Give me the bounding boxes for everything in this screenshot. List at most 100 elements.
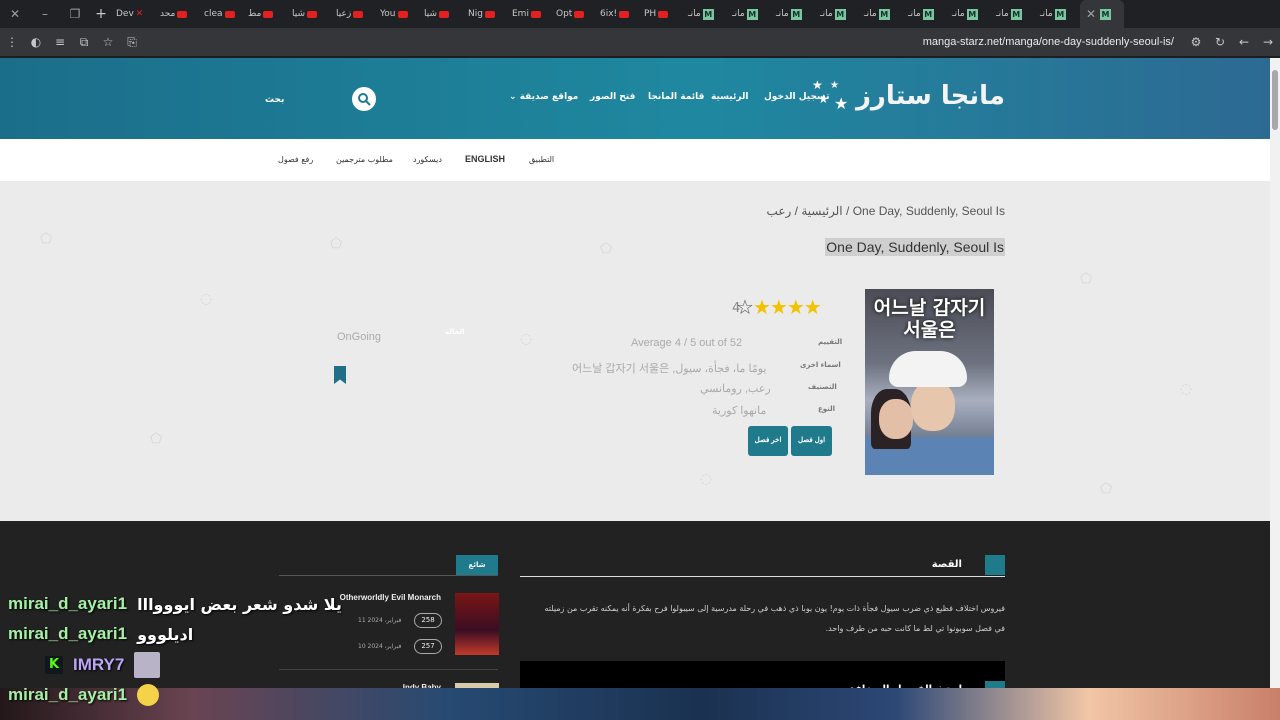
tab-label: You bbox=[380, 9, 396, 19]
search-label[interactable]: بحث bbox=[265, 95, 284, 105]
browser-tab[interactable]: Nig bbox=[464, 0, 508, 28]
manga-icon: M bbox=[746, 8, 758, 20]
tab-label: Emi bbox=[512, 9, 529, 19]
browser-tab[interactable]: زعيا bbox=[332, 0, 376, 28]
star-filled-icon[interactable]: ★ bbox=[787, 295, 805, 319]
browser-tab[interactable]: You bbox=[376, 0, 420, 28]
tab-label: مانـ bbox=[688, 9, 701, 19]
trending-tag: شائع bbox=[456, 555, 498, 575]
youtube-icon bbox=[307, 10, 317, 18]
nav-discord-link[interactable]: ديسكورد bbox=[413, 155, 442, 164]
scrollbar-thumb[interactable] bbox=[1272, 70, 1278, 130]
restore-window-icon[interactable]: ❐ bbox=[60, 7, 90, 21]
breadcrumb-home[interactable]: الرئيسية bbox=[801, 204, 842, 218]
browser-tab[interactable]: مانـ M bbox=[728, 0, 772, 28]
tab-label: شيا bbox=[292, 9, 305, 19]
logo-text: مانجا ستارز bbox=[855, 81, 1005, 111]
pattern-icon: ⬠ bbox=[1080, 271, 1093, 287]
rating-stars[interactable]: ☆★★★★ bbox=[736, 295, 822, 319]
browser-tab[interactable]: مانـ M bbox=[948, 0, 992, 28]
new-tab-button[interactable]: + bbox=[90, 6, 112, 22]
extensions-icon[interactable]: ⧉ bbox=[72, 35, 96, 50]
nav-english-link[interactable]: ENGLISH bbox=[465, 154, 505, 164]
browser-tab[interactable]: مانـ M bbox=[992, 0, 1036, 28]
page-scrollbar[interactable] bbox=[1270, 58, 1280, 688]
chat-username: mirai_d_ayari1 bbox=[8, 594, 128, 613]
manga-cover-image[interactable]: 어느날 갑자기 서울은 bbox=[865, 289, 994, 475]
browser-tab[interactable]: محد bbox=[156, 0, 200, 28]
reload-icon[interactable]: ↻ bbox=[1208, 35, 1232, 49]
menu-icon[interactable]: ⋮ bbox=[0, 35, 24, 49]
chat-message: mirai_d_ayari1 اديلووو bbox=[8, 620, 193, 648]
browser-tab[interactable]: Opt bbox=[552, 0, 596, 28]
browser-tab[interactable]: مانـ M bbox=[860, 0, 904, 28]
bookmark-star-icon[interactable]: ☆ bbox=[96, 35, 120, 49]
nav-open-images[interactable]: فتح الصور bbox=[590, 92, 635, 102]
nav-home[interactable]: الرئيسية bbox=[711, 92, 748, 102]
install-app-icon[interactable]: ⎘ bbox=[120, 35, 144, 50]
search-icon bbox=[358, 93, 371, 106]
info-status-value: OnGoing bbox=[337, 331, 382, 343]
tab-label: مانـ bbox=[952, 9, 965, 19]
breadcrumb-genre[interactable]: رعب bbox=[767, 204, 792, 218]
browser-tab[interactable]: 6ix! bbox=[596, 0, 640, 28]
cover-title: 어느날 갑자기 서울은 bbox=[873, 297, 986, 341]
last-chapter-button[interactable]: اخر فصل bbox=[748, 426, 788, 456]
nav-app-link[interactable]: التطبيق bbox=[529, 155, 554, 164]
address-bar[interactable]: manga-starz.net/manga/one-day-suddenly-s… bbox=[144, 36, 1184, 48]
reading-list-icon[interactable]: ≡ bbox=[48, 35, 72, 49]
star-filled-icon[interactable]: ★ bbox=[770, 295, 788, 319]
browser-tab[interactable]: مانـ M bbox=[772, 0, 816, 28]
close-window-icon[interactable]: ✕ bbox=[0, 7, 30, 21]
forward-icon[interactable]: → bbox=[1256, 35, 1280, 49]
breadcrumb: الرئيسية / رعب / One Day, Suddenly, Seou… bbox=[767, 204, 1005, 218]
browser-tab[interactable]: Dev ✕ bbox=[112, 0, 156, 28]
chapter-number-badge[interactable]: 258 bbox=[414, 613, 442, 628]
nav-manga-list[interactable]: قائمة المانجا bbox=[648, 92, 704, 102]
info-type-value: مانهوا كورية bbox=[712, 405, 767, 417]
star-filled-icon[interactable]: ★ bbox=[753, 295, 771, 319]
page-title: One Day, Suddenly, Seoul Is bbox=[825, 238, 1005, 256]
search-button[interactable] bbox=[352, 87, 376, 111]
browser-tab[interactable]: مانـ M bbox=[1036, 0, 1080, 28]
youtube-icon bbox=[224, 10, 235, 18]
browser-tab[interactable]: Emi bbox=[508, 0, 552, 28]
chat-text: اديلووو bbox=[137, 624, 194, 644]
minimize-window-icon[interactable]: – bbox=[30, 7, 60, 21]
chapter-date: 11 فبراير، 2024 bbox=[358, 617, 402, 624]
browser-tab[interactable]: PH bbox=[640, 0, 684, 28]
nav-friend-sites-label: مواقع صديقة bbox=[519, 92, 579, 102]
star-empty-icon[interactable]: ☆ bbox=[736, 295, 754, 319]
secondary-nav: التطبيق ENGLISH ديسكورد مطلوب مترجمين رف… bbox=[0, 139, 1270, 181]
browser-tab[interactable]: شيا bbox=[288, 0, 332, 28]
browser-tab[interactable]: مانـ M bbox=[816, 0, 860, 28]
tab-active[interactable]: ✕ M bbox=[1080, 0, 1124, 28]
chat-text: يلا شدو شعر بعض ايوووااا bbox=[137, 594, 342, 614]
nav-translators-link[interactable]: مطلوب مترجمين bbox=[336, 155, 393, 164]
star-filled-icon[interactable]: ★ bbox=[804, 295, 822, 319]
trending-thumbnail[interactable] bbox=[455, 593, 499, 655]
browser-tab[interactable]: مانـ M bbox=[904, 0, 948, 28]
first-chapter-button[interactable]: اول فصل bbox=[791, 426, 832, 456]
site-header: ★ ★ ★ ★ مانجا ستارز تسجيل الدخول الرئيسي… bbox=[0, 58, 1270, 139]
manga-icon: M bbox=[1054, 8, 1066, 20]
browser-tab[interactable]: شيا bbox=[420, 0, 464, 28]
back-icon[interactable]: ← bbox=[1232, 35, 1256, 49]
trending-item-title[interactable]: Otherworldly Evil Monarch bbox=[340, 593, 441, 602]
emoji-icon bbox=[137, 684, 160, 706]
nav-login[interactable]: تسجيل الدخول bbox=[764, 92, 829, 102]
pattern-icon: ◌ bbox=[1180, 381, 1193, 397]
browser-tab[interactable]: مط bbox=[244, 0, 288, 28]
pattern-icon: ◌ bbox=[520, 331, 533, 347]
nav-upload-link[interactable]: رفع فصول bbox=[278, 155, 313, 164]
pattern-icon: ⬠ bbox=[150, 431, 163, 447]
nav-friend-sites[interactable]: ⌄ مواقع صديقة bbox=[509, 92, 578, 102]
site-logo[interactable]: ★ ★ ★ ★ مانجا ستارز bbox=[812, 78, 1005, 114]
browser-tab[interactable]: مانـ M bbox=[684, 0, 728, 28]
profile-avatar[interactable]: ◐ bbox=[24, 35, 48, 49]
pattern-icon: ⬠ bbox=[600, 241, 613, 257]
bookmark-icon[interactable] bbox=[334, 366, 346, 384]
site-settings-icon[interactable]: ⚙ bbox=[1184, 35, 1208, 49]
browser-tab[interactable]: clea bbox=[200, 0, 244, 28]
chapter-number-badge[interactable]: 257 bbox=[414, 639, 442, 654]
